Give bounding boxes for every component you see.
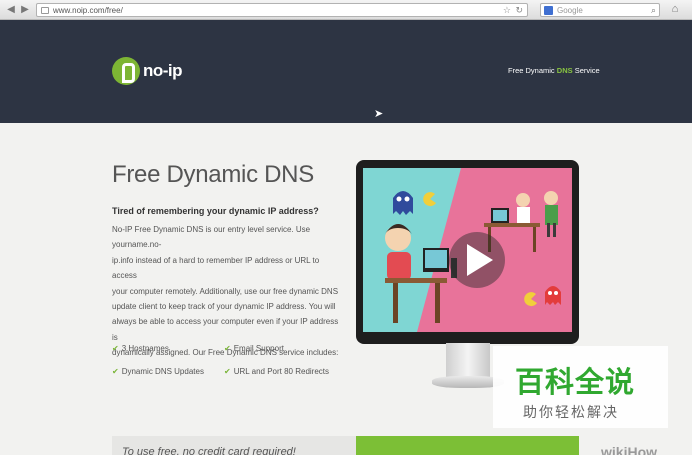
- wikihow-watermark: wikiHow: [601, 444, 658, 455]
- address-bar[interactable]: www.noip.com/free/ ☆ ↻: [36, 3, 528, 17]
- monitor-stand: [446, 343, 490, 379]
- watermark-sub-text: 助你轻松解决: [523, 405, 619, 421]
- feature-item: ✔ Email Support: [224, 344, 284, 353]
- check-icon: ✔: [112, 344, 119, 353]
- signup-banner: To use free, no credit card required!: [112, 436, 356, 455]
- feature-item: ✔ Dynamic DNS Updates: [112, 367, 204, 376]
- play-button-icon: [449, 232, 505, 288]
- search-input[interactable]: Google ⌕: [540, 3, 660, 17]
- description-line: your computer remotely. Additionally, us…: [112, 286, 339, 296]
- description-line: ip.info instead of a hard to remember IP…: [112, 255, 320, 281]
- description-line: always be able to access your computer e…: [112, 317, 339, 342]
- mouse-cursor-icon: ➤: [374, 108, 384, 120]
- description-line: No-IP Free Dynamic DNS is our entry leve…: [112, 225, 311, 250]
- feature-item: ✔ 3 Hostnames: [112, 344, 169, 353]
- subheading: Tired of remembering your dynamic IP add…: [112, 206, 319, 216]
- noip-logo[interactable]: no-ip: [112, 56, 183, 86]
- back-icon[interactable]: ◀: [5, 3, 17, 16]
- search-placeholder: Google: [557, 6, 583, 15]
- home-icon[interactable]: ⌂: [668, 3, 682, 16]
- video-illustration: [363, 168, 572, 332]
- header-tagline: Free Dynamic DNS Service: [508, 66, 600, 75]
- site-favicon-icon: [41, 7, 49, 14]
- signup-text: To use free, no credit card required!: [122, 446, 296, 455]
- forward-icon[interactable]: ▶: [19, 3, 31, 16]
- search-engine-icon[interactable]: [544, 6, 553, 15]
- feature-item: ✔ URL and Port 80 Redirects: [224, 367, 330, 376]
- url-text: www.noip.com/free/: [53, 6, 123, 15]
- video-monitor: [356, 160, 579, 344]
- check-icon: ✔: [112, 367, 119, 376]
- tagline-highlight: DNS: [556, 66, 573, 75]
- description-line: update client to keep track of your dyna…: [112, 302, 336, 312]
- noip-logo-icon: [112, 57, 140, 85]
- logo-text: no-ip: [143, 61, 183, 80]
- tagline-prefix: Free Dynamic: [508, 66, 555, 75]
- browser-toolbar: ◀ ▶ www.noip.com/free/ ☆ ↻ Google ⌕ ⌂: [0, 0, 692, 20]
- check-icon: ✔: [224, 344, 231, 353]
- watermark-main-text: 百科全说: [515, 365, 636, 399]
- reload-icon[interactable]: ↻: [515, 5, 523, 16]
- video-player[interactable]: [363, 168, 572, 332]
- signup-button[interactable]: [356, 436, 579, 455]
- page-title: Free Dynamic DNS: [112, 161, 314, 188]
- check-icon: ✔: [224, 367, 231, 376]
- search-icon[interactable]: ⌕: [651, 4, 656, 16]
- description-paragraph: No-IP Free Dynamic DNS is our entry leve…: [112, 222, 344, 361]
- bookmark-star-icon[interactable]: ☆: [503, 5, 511, 16]
- site-header: no-ip Free Dynamic DNS Service ➤: [0, 20, 692, 123]
- tagline-suffix: Service: [574, 66, 600, 75]
- watermark-overlay: 百科全说 助你轻松解决: [493, 346, 668, 428]
